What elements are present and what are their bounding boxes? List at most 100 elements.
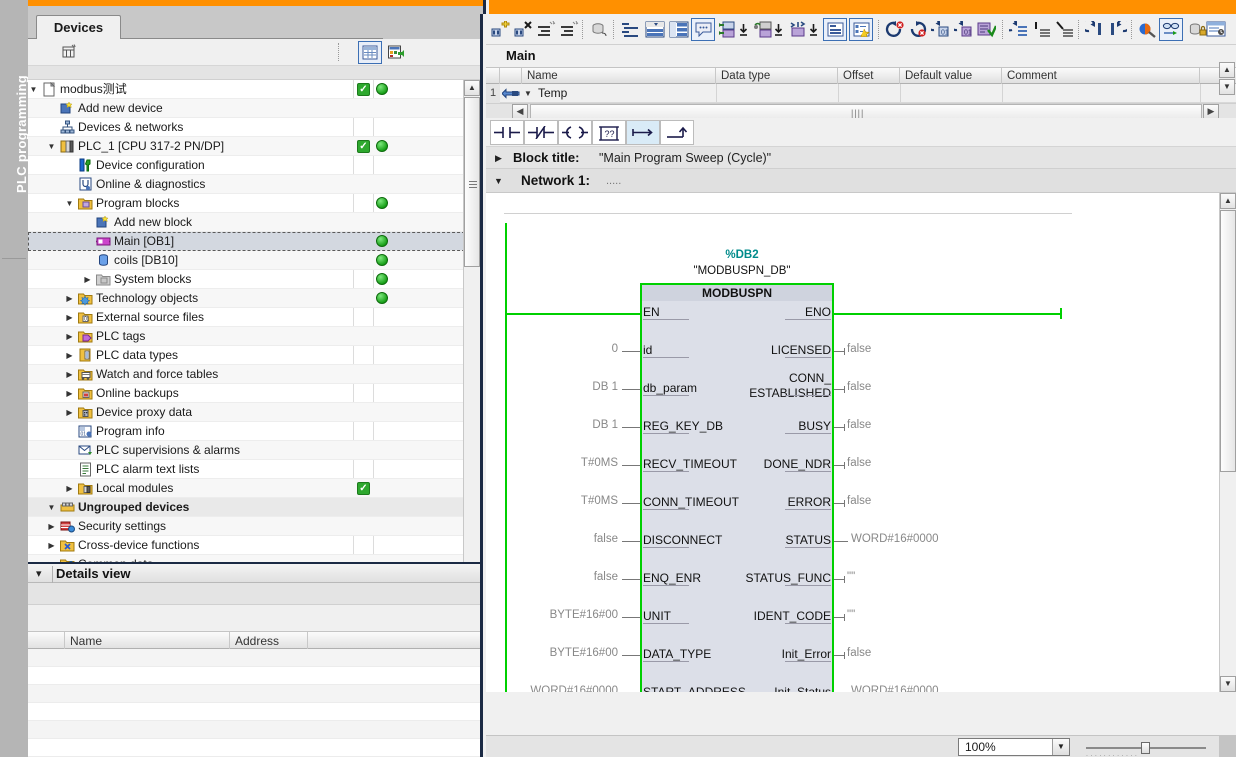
interface-row-name[interactable]: Temp — [538, 84, 567, 103]
block-input-value-enq_enr[interactable]: false — [508, 571, 618, 583]
tree-item-coils-db10[interactable]: coils [DB10] — [28, 251, 480, 270]
tree-item-online-diagnostics[interactable]: Online & diagnostics — [28, 175, 480, 194]
block-input-pin-enq_enr[interactable]: ENQ_ENR — [643, 571, 701, 585]
ladder-scroll-down-button[interactable]: ▼ — [1220, 676, 1236, 692]
zoom-slider-thumb[interactable] — [1141, 742, 1150, 754]
ladder-canvas[interactable]: %DB2 "MODBUSPN_DB" MODBUSPN ENid0db_para… — [486, 193, 1236, 692]
update-block-icon[interactable] — [975, 18, 998, 41]
ladder-vertical-scrollbar[interactable]: ▲ ▼ — [1219, 193, 1236, 692]
ladder-scroll-thumb[interactable] — [1220, 210, 1236, 472]
chevron-right-icon[interactable]: ▶ — [64, 479, 75, 498]
block-input-value-start_address[interactable]: WORD#16#0000 — [508, 685, 618, 692]
iface-col-comment[interactable]: Comment — [1002, 68, 1200, 85]
iface-col-datatype[interactable]: Data type — [716, 68, 838, 85]
download-symbols-icon[interactable] — [717, 18, 740, 41]
zoom-slider[interactable]: ............ — [1086, 742, 1206, 756]
display-layout-2-icon[interactable] — [667, 18, 690, 41]
interface-row-temp[interactable]: 1 ▼ Temp — [486, 84, 1236, 103]
normally-closed-contact-icon[interactable] — [524, 120, 558, 145]
chevron-right-icon[interactable]: ▶ — [64, 403, 75, 422]
details-row[interactable] — [28, 649, 480, 667]
download-arrow-2-icon[interactable] — [773, 18, 784, 41]
tree-scroll-thumb[interactable] — [464, 97, 480, 267]
tree-item-security-settings[interactable]: ▶Security settings — [28, 517, 480, 536]
block-output-value-licensed[interactable]: false — [847, 343, 967, 355]
goto-next-icon[interactable]: 01 — [952, 18, 975, 41]
tree-item-program-blocks[interactable]: ▼Program blocks — [28, 194, 480, 213]
tree-vertical-scrollbar[interactable]: ▲ ▼ — [463, 80, 480, 593]
tree-item-external-source-files[interactable]: ▶01External source files — [28, 308, 480, 327]
block-output-pin-done-ndr[interactable]: DONE_NDR — [700, 457, 831, 471]
tree-item-modbus[interactable]: ▼modbus测试✓ — [28, 80, 480, 99]
tree-item-add-new-block[interactable]: Add new block — [28, 213, 480, 232]
chevron-right-icon[interactable]: ▶ — [64, 308, 75, 327]
tree-item-add-new-device[interactable]: Add new device — [28, 99, 480, 118]
block-input-pin-db_param[interactable]: db_param — [643, 381, 697, 395]
block-input-value-recv_timeout[interactable]: T#0MS — [508, 457, 618, 469]
chevron-right-icon[interactable]: ▶ — [64, 384, 75, 403]
block-input-value-disconnect[interactable]: false — [508, 533, 618, 545]
block-output-pin-status[interactable]: STATUS — [700, 533, 831, 547]
block-input-value-reg_key_db[interactable]: DB 1 — [508, 419, 618, 431]
block-input-value-data_type[interactable]: BYTE#16#00 — [508, 647, 618, 659]
iface-col-name[interactable]: Name — [522, 68, 716, 85]
chevron-down-icon[interactable]: ▼ — [46, 137, 57, 156]
details-col-name[interactable]: Name — [65, 632, 230, 650]
tree-item-program-info[interactable]: 01Program info — [28, 422, 480, 441]
details-view-header[interactable]: ▾ Details view — [28, 562, 480, 583]
block-title-value[interactable]: "Main Program Sweep (Cycle)" — [599, 147, 771, 169]
chevron-right-icon[interactable]: ▶ — [64, 365, 75, 384]
absolute-relative-icon[interactable] — [588, 18, 611, 41]
block-output-value-done-ndr[interactable]: false — [847, 457, 967, 469]
empty-box-icon[interactable]: ?? — [592, 120, 626, 145]
network-header-row[interactable]: ▼ Network 1: ..... — [486, 169, 1236, 193]
open-in-editor-icon[interactable] — [385, 41, 407, 63]
tree-item-online-backups[interactable]: ▶Online backups — [28, 384, 480, 403]
show-all-columns-icon[interactable] — [358, 41, 382, 64]
tree-item-device-configuration[interactable]: Device configuration — [28, 156, 480, 175]
block-output-pin-conn-established[interactable]: CONN_ESTABLISHED — [700, 371, 831, 401]
block-output-value-busy[interactable]: false — [847, 419, 967, 431]
zoom-combobox[interactable]: 100% ▼ — [958, 738, 1070, 756]
close-branch-icon[interactable] — [660, 120, 694, 145]
chevron-down-icon[interactable]: ▼ — [1052, 739, 1069, 755]
favorites-icon[interactable] — [823, 18, 847, 41]
tree-item-plc-supervisions-alarms[interactable]: PLC supervisions & alarms — [28, 441, 480, 460]
goto-error-icon[interactable] — [906, 18, 929, 41]
collapse-all-icon[interactable] — [535, 18, 558, 41]
ladder-scroll-up-button[interactable]: ▲ — [1220, 193, 1236, 209]
nav-prev-icon[interactable] — [1083, 18, 1106, 41]
block-output-value-ident-code[interactable]: "" — [847, 609, 967, 621]
block-input-pin-id[interactable]: id — [643, 343, 652, 357]
tree-item-main-ob1[interactable]: Main [OB1] — [28, 232, 480, 251]
tree-item-cross-device-functions[interactable]: ▶Cross-device functions — [28, 536, 480, 555]
display-layout-1-icon[interactable] — [643, 18, 666, 41]
output-coil-icon[interactable] — [558, 120, 592, 145]
block-output-pin-busy[interactable]: BUSY — [700, 419, 831, 433]
block-output-value-init-error[interactable]: false — [847, 647, 967, 659]
insert-line-icon[interactable] — [1030, 18, 1053, 41]
tree-item-plc-data-types[interactable]: ▶PLC data types — [28, 346, 480, 365]
block-input-value-db_param[interactable]: DB 1 — [508, 381, 618, 393]
bookmark-icon[interactable] — [849, 18, 873, 41]
tree-item-plc-alarm-text-lists[interactable]: PLC alarm text lists — [28, 460, 480, 479]
block-input-value-conn_timeout[interactable]: T#0MS — [508, 495, 618, 507]
chevron-right-icon[interactable]: ▶ — [64, 346, 75, 365]
details-row[interactable] — [28, 685, 480, 703]
iface-col-defaultvalue[interactable]: Default value — [900, 68, 1002, 85]
delete-network-icon[interactable] — [512, 18, 535, 41]
tree-item-technology-objects[interactable]: ▶Technology objects — [28, 289, 480, 308]
block-output-pin-init-status[interactable]: Init_Status — [700, 685, 831, 692]
chevron-right-icon[interactable]: ▶ — [46, 536, 57, 555]
tree-item-devices-networks[interactable]: Devices & networks — [28, 118, 480, 137]
iface-hscroll-left-button[interactable]: ◀ — [512, 104, 528, 119]
tree-item-ungrouped-devices[interactable]: ▼Ungrouped devices — [28, 498, 480, 517]
block-output-value-conn-established[interactable]: false — [847, 381, 967, 393]
download-arrow-1-icon[interactable] — [738, 18, 749, 41]
download-arrow-3-icon[interactable] — [808, 18, 819, 41]
iface-hscroll-right-button[interactable]: ▶ — [1203, 104, 1219, 119]
details-row[interactable] — [28, 667, 480, 685]
tree-item-system-blocks[interactable]: ▶System blocks — [28, 270, 480, 289]
network-comment[interactable]: ..... — [606, 169, 621, 193]
goto-definition-icon[interactable] — [1007, 18, 1030, 41]
